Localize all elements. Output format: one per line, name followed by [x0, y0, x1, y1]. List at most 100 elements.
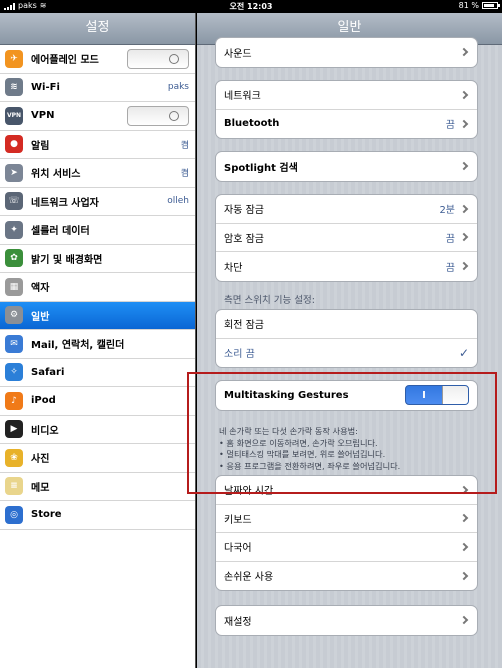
chevron-right-icon: [459, 542, 469, 551]
chevron-right-icon: [459, 204, 469, 213]
row-passcode-lock-label: 암호 잠금: [224, 233, 264, 245]
sidebar-item-label: 일반: [31, 311, 50, 323]
ipod-icon: ♪: [5, 391, 23, 410]
row-spotlight-label: Spotlight 검색: [224, 162, 298, 174]
toggle-off-mark: [169, 53, 179, 64]
chevron-right-icon: [459, 262, 469, 271]
toggle-off-mark: [169, 110, 179, 121]
photos-icon: ❀: [5, 448, 23, 467]
row-bluetooth[interactable]: Bluetooth 끔: [216, 110, 477, 139]
sidebar-item[interactable]: ◎ Store: [0, 501, 195, 530]
sidebar-item[interactable]: VPN VPN: [0, 102, 195, 131]
toggle-switch-off[interactable]: [127, 105, 189, 126]
status-bar: paks ≋ 오전 12:03 81 %: [0, 0, 502, 13]
sidebar-item[interactable]: ✉ Mail, 연락처, 캘린더: [0, 330, 195, 359]
status-time: 오전 12:03: [229, 2, 273, 11]
sidebar-item[interactable]: ● 알림 켬: [0, 131, 195, 159]
chevron-right-icon: [459, 119, 469, 128]
brightness-icon: ✿: [5, 249, 23, 268]
row-bluetooth-value: 끔: [445, 120, 455, 132]
row-network[interactable]: 네트워크: [216, 81, 477, 110]
row-passcode-lock-value: 끔: [445, 233, 455, 245]
chevron-right-icon: [459, 48, 469, 57]
row-restrictions-label: 차단: [224, 262, 243, 274]
group-side-switch: 회전 잠금 소리 끔 ✓: [215, 309, 478, 368]
row-language[interactable]: 다국어: [216, 533, 477, 562]
row-mute[interactable]: 소리 끔 ✓: [216, 339, 477, 368]
mail-icon: ✉: [5, 334, 23, 353]
sidebar-item[interactable]: ♪ iPod: [0, 387, 195, 416]
chevron-right-icon: [459, 616, 469, 625]
sidebar-item[interactable]: ❀ 사진: [0, 444, 195, 473]
row-restrictions[interactable]: 차단 끔: [216, 252, 477, 281]
picture-frame-icon: ▦: [5, 277, 23, 296]
wifi-icon: ≋: [5, 78, 23, 97]
notifications-icon: ●: [5, 135, 23, 154]
chevron-right-icon: [459, 233, 469, 242]
sidebar-item-label: VPN: [31, 110, 55, 122]
notes-icon: ≡: [5, 477, 23, 496]
general-gear-icon: ⚙: [5, 306, 23, 325]
sidebar-item-label: 밝기 및 배경화면: [31, 254, 103, 266]
sidebar-item[interactable]: ≡ 메모: [0, 473, 195, 501]
sidebar-item[interactable]: ☏ 네트워크 사업자 olleh: [0, 188, 195, 216]
row-auto-lock[interactable]: 자동 잠금 2분: [216, 195, 477, 224]
sidebar-item[interactable]: ✈ 에어플레인 모드: [0, 45, 195, 74]
sidebar-item[interactable]: ✦ 셀룰러 데이터: [0, 216, 195, 245]
row-mute-label: 소리 끔: [224, 349, 255, 361]
settings-list: ✈ 에어플레인 모드 ≋ Wi-Fi paks VPN VPN ● 알림 켬 ➤ 위치 서비스 켬 ☏ 네트…: [0, 45, 195, 530]
side-switch-section-title: 측면 스위치 기능 설정:: [224, 295, 315, 306]
sidebar-item-label: 네트워크 사업자: [31, 197, 99, 209]
chevron-right-icon: [459, 90, 469, 99]
row-sound[interactable]: 사운드: [216, 38, 477, 67]
sidebar-item[interactable]: ➤ 위치 서비스 켬: [0, 159, 195, 188]
chevron-right-icon: [459, 571, 469, 580]
toggle-switch-off[interactable]: [127, 48, 189, 69]
row-accessibility-label: 손쉬운 사용: [224, 572, 274, 584]
row-rotation-lock[interactable]: 회전 잠금: [216, 310, 477, 339]
sidebar-item[interactable]: ▦ 액자: [0, 273, 195, 302]
master-nav-title: 설정: [0, 13, 195, 45]
row-sound-label: 사운드: [224, 48, 252, 60]
master-list-empty-area: [0, 529, 195, 668]
row-accessibility[interactable]: 손쉬운 사용: [216, 562, 477, 591]
group-security: 자동 잠금 2분 암호 잠금 끔 차단 끔: [215, 194, 478, 282]
store-icon: ◎: [5, 505, 23, 524]
sidebar-item-label: 액자: [31, 283, 50, 295]
sidebar-item[interactable]: ✿ 밝기 및 배경화면: [0, 245, 195, 273]
sidebar-item-value: 켬: [180, 140, 189, 151]
group-spotlight: Spotlight 검색: [215, 151, 478, 182]
sidebar-item[interactable]: ≋ Wi-Fi paks: [0, 74, 195, 102]
airplane-icon: ✈: [5, 49, 23, 68]
row-restrictions-value: 끔: [445, 262, 455, 274]
battery-icon: [482, 2, 500, 9]
battery-percent: 81 %: [458, 1, 479, 10]
row-auto-lock-value: 2분: [439, 205, 455, 217]
group-sound: 사운드: [215, 37, 478, 68]
carrier-icon: ☏: [5, 192, 23, 211]
sidebar-item[interactable]: ⚙ 일반: [0, 301, 195, 330]
sidebar-item-label: Safari: [31, 366, 65, 378]
location-icon: ➤: [5, 163, 23, 182]
row-reset[interactable]: 재설정: [216, 606, 477, 635]
sidebar-item-label: Wi-Fi: [31, 81, 60, 93]
sidebar-item-label: 사진: [31, 454, 50, 466]
sidebar-item-label: 알림: [31, 140, 50, 152]
row-passcode-lock[interactable]: 암호 잠금 끔: [216, 224, 477, 252]
sidebar-item-label: 메모: [31, 482, 50, 494]
chevron-right-icon: [459, 514, 469, 523]
sidebar-item-label: Store: [31, 509, 62, 521]
sidebar-item[interactable]: ✧ Safari: [0, 359, 195, 387]
row-spotlight[interactable]: Spotlight 검색: [216, 152, 477, 181]
chevron-right-icon: [459, 162, 469, 171]
row-keyboard-label: 키보드: [224, 514, 252, 526]
checkmark-icon: ✓: [458, 345, 469, 360]
row-language-label: 다국어: [224, 543, 252, 555]
general-detail-pane: 일반 사운드 네트워크 Bluetooth 끔 Spotlight 검색 자동 …: [197, 13, 502, 668]
row-keyboard[interactable]: 키보드: [216, 505, 477, 533]
sidebar-item-label: iPod: [31, 395, 56, 407]
group-network: 네트워크 Bluetooth 끔: [215, 80, 478, 139]
sidebar-item-label: 위치 서비스: [31, 169, 81, 181]
sidebar-item[interactable]: ▶ 비디오: [0, 416, 195, 444]
status-right: 81 %: [458, 1, 500, 10]
